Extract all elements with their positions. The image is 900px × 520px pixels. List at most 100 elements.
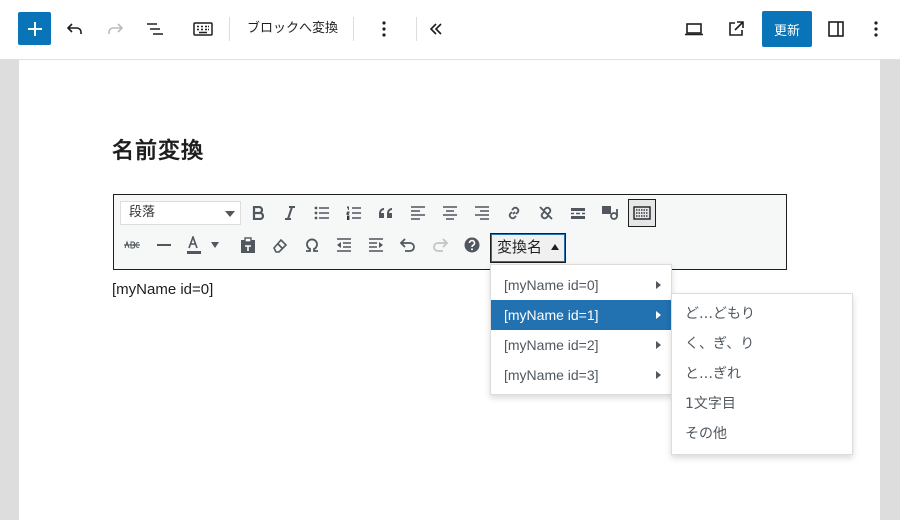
menu-item[interactable]: [myName id=0] — [491, 270, 671, 300]
help-icon — [464, 237, 480, 253]
chevron-right-icon — [656, 281, 661, 289]
classic-editor-toolbar: 段落 変換名 — [113, 194, 787, 270]
submenu-item[interactable]: と…ぎれ — [672, 359, 852, 389]
bold-icon — [252, 206, 265, 220]
menu-item-label: [myName id=1] — [504, 307, 599, 323]
submenu-item[interactable]: く、ぎ、り — [672, 329, 852, 359]
submenu-item[interactable]: 1文字目 — [672, 389, 852, 419]
sidebar-icon — [828, 21, 844, 37]
indent-icon — [369, 238, 383, 252]
menu-item-label: [myName id=3] — [504, 367, 599, 383]
chevron-double-left-icon — [429, 23, 442, 35]
chevron-down-icon — [211, 242, 219, 248]
toolbar-separator — [229, 17, 230, 41]
keyboard-icon — [633, 206, 651, 220]
text-color-icon — [187, 236, 201, 254]
keyboard-shortcuts-button[interactable] — [458, 231, 486, 259]
chevron-right-icon — [656, 311, 661, 319]
unlink-icon — [539, 206, 553, 220]
numbered-list-button[interactable] — [340, 199, 368, 227]
strikethrough-button[interactable] — [118, 231, 146, 259]
align-left-button[interactable] — [404, 199, 432, 227]
horizontal-line-button[interactable] — [150, 231, 178, 259]
menu-item[interactable]: [myName id=3] — [491, 360, 671, 390]
document-overview-button[interactable] — [137, 11, 173, 47]
keyboard-icon — [193, 22, 213, 36]
media-icon — [602, 206, 618, 220]
clear-formatting-button[interactable] — [266, 231, 294, 259]
more-vertical-icon — [382, 21, 386, 37]
numbered-list-icon — [346, 206, 361, 220]
align-center-icon — [443, 206, 457, 220]
settings-sidebar-button[interactable] — [818, 11, 854, 47]
read-more-button[interactable] — [564, 199, 592, 227]
convert-to-blocks-button[interactable]: ブロックへ変換 — [247, 20, 338, 38]
horizontal-rule-icon — [157, 244, 171, 246]
chevron-right-icon — [656, 371, 661, 379]
list-view-icon — [147, 23, 163, 35]
add-block-button[interactable] — [18, 12, 51, 45]
laptop-icon — [685, 23, 703, 36]
align-center-button[interactable] — [436, 199, 464, 227]
redo-button[interactable] — [97, 11, 133, 47]
name-conversion-submenu: ど…どもり く、ぎ、り と…ぎれ 1文字目 その他 — [671, 293, 853, 455]
external-link-icon — [729, 21, 744, 36]
post-title[interactable]: 名前変換 — [112, 133, 204, 165]
undo-icon — [399, 238, 415, 252]
read-more-icon — [571, 208, 585, 219]
name-conversion-menu: [myName id=0] [myName id=1] [myName id=2… — [490, 264, 672, 395]
bullet-list-icon — [314, 206, 329, 220]
editor-undo-button[interactable] — [394, 231, 422, 259]
toolbar-toggle-button[interactable] — [628, 199, 656, 227]
editor-top-toolbar: ブロックへ変換 更新 — [0, 0, 900, 60]
submenu-item[interactable]: ど…どもり — [672, 299, 852, 329]
redo-icon — [108, 23, 124, 34]
chevron-right-icon — [656, 341, 661, 349]
editor-body-text[interactable]: [myName id=0] — [112, 281, 213, 298]
text-color-button[interactable] — [182, 231, 210, 259]
toolbar-separator — [353, 17, 354, 41]
clipboard-icon — [241, 236, 255, 253]
menu-item-label: [myName id=2] — [504, 337, 599, 353]
keyboard-button[interactable] — [185, 11, 221, 47]
blockquote-button[interactable] — [372, 199, 400, 227]
collapse-toolbar-button[interactable] — [418, 11, 454, 47]
update-button[interactable]: 更新 — [762, 11, 812, 47]
view-post-button[interactable] — [718, 11, 754, 47]
strikethrough-icon — [124, 240, 140, 249]
editor-redo-button[interactable] — [426, 231, 454, 259]
remove-link-button[interactable] — [532, 199, 560, 227]
bulleted-list-button[interactable] — [308, 199, 336, 227]
undo-button[interactable] — [57, 11, 93, 47]
toolbar-separator — [416, 17, 417, 41]
special-character-button[interactable] — [298, 231, 326, 259]
options-menu-button[interactable] — [858, 11, 894, 47]
name-conversion-dropdown[interactable]: 変換名 — [490, 233, 566, 263]
align-right-icon — [475, 206, 489, 220]
bold-button[interactable] — [244, 199, 272, 227]
block-options-button[interactable] — [366, 11, 402, 47]
menu-item-label: [myName id=0] — [504, 277, 599, 293]
outdent-icon — [337, 238, 351, 252]
link-icon — [508, 206, 520, 220]
preview-button[interactable] — [676, 11, 712, 47]
submenu-item[interactable]: その他 — [672, 419, 852, 449]
decrease-indent-button[interactable] — [330, 231, 358, 259]
omega-icon — [306, 238, 318, 252]
increase-indent-button[interactable] — [362, 231, 390, 259]
align-left-icon — [411, 206, 425, 220]
align-right-button[interactable] — [468, 199, 496, 227]
insert-link-button[interactable] — [500, 199, 528, 227]
menu-item-selected[interactable]: [myName id=1] — [491, 300, 671, 330]
name-conversion-label: 変換名 — [497, 238, 543, 256]
format-select-value: 段落 — [129, 205, 156, 220]
format-select[interactable]: 段落 — [120, 201, 241, 225]
menu-item[interactable]: [myName id=2] — [491, 330, 671, 360]
paste-as-text-button[interactable] — [234, 231, 262, 259]
text-color-dropdown[interactable] — [208, 231, 222, 259]
add-media-button[interactable] — [596, 199, 624, 227]
italic-button[interactable] — [276, 199, 304, 227]
redo-icon — [433, 238, 449, 252]
undo-icon — [66, 23, 82, 34]
chevron-up-icon — [551, 244, 559, 250]
